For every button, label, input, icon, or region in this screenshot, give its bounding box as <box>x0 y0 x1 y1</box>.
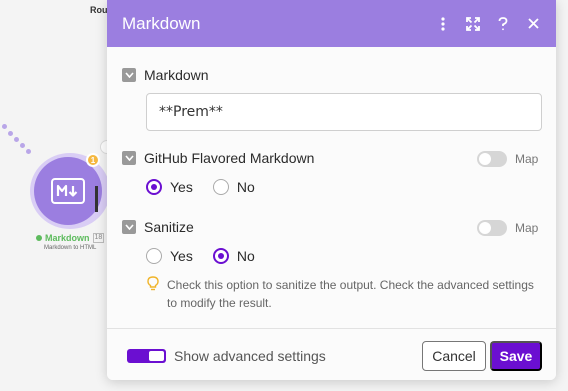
radio-label: No <box>236 248 255 264</box>
radio-label: Yes <box>170 179 193 195</box>
hint-text: Check this option to sanitize the output… <box>167 278 534 310</box>
gfm-map-toggle[interactable]: Map <box>477 151 538 167</box>
connector-stub <box>95 186 98 212</box>
help-icon[interactable] <box>488 9 518 39</box>
sanitize-field-label: Sanitize <box>144 219 194 235</box>
radio-selected-icon[interactable] <box>146 179 162 195</box>
expand-icon[interactable] <box>458 9 488 39</box>
markdown-input[interactable]: **Prem** <box>146 93 542 131</box>
radio-label: No <box>236 179 255 195</box>
lightbulb-icon <box>147 276 159 312</box>
connector-dot <box>20 143 25 148</box>
panel-header: Markdown <box>107 0 556 47</box>
field-checkbox-icon[interactable] <box>122 68 136 82</box>
gfm-field-header: GitHub Flavored Markdown <box>122 150 314 166</box>
markdown-module[interactable] <box>34 157 102 225</box>
module-settings-panel: Markdown Markdown **Prem** GitHub Flavor… <box>107 0 556 380</box>
gfm-radio-yes[interactable]: Yes <box>146 179 193 195</box>
connector-dot <box>8 131 13 136</box>
sanitize-radio-yes[interactable]: Yes <box>146 248 193 264</box>
module-name[interactable]: Markdown <box>45 233 90 243</box>
markdown-field-label: Markdown <box>144 67 209 83</box>
field-checkbox-icon[interactable] <box>122 220 136 234</box>
sanitize-map-toggle[interactable]: Map <box>477 220 538 236</box>
radio-label: Yes <box>170 248 193 264</box>
module-name-row: Markdown 18 <box>36 233 105 243</box>
sanitize-field-header: Sanitize <box>122 219 194 235</box>
more-vertical-icon[interactable] <box>428 9 458 39</box>
connector-dot <box>14 137 19 142</box>
map-label: Map <box>515 221 539 235</box>
connector-dot <box>2 124 7 129</box>
advanced-settings-label: Show advanced settings <box>174 348 326 364</box>
markdown-field-header: Markdown <box>122 67 209 83</box>
map-switch[interactable] <box>477 220 507 236</box>
sanitize-radio-no[interactable]: No <box>212 248 255 264</box>
radio-empty-icon[interactable] <box>146 248 162 264</box>
map-switch[interactable] <box>477 151 507 167</box>
module-id-badge: 18 <box>92 233 105 243</box>
advanced-settings-toggle[interactable] <box>127 349 166 363</box>
save-button[interactable]: Save <box>490 341 542 371</box>
cancel-button[interactable]: Cancel <box>422 341 486 371</box>
sanitize-hint: Check this option to sanitize the output… <box>147 276 542 312</box>
status-dot <box>36 235 42 241</box>
module-subtitle: Markdown to HTML <box>44 245 97 251</box>
sanitize-radio-group: Yes No <box>146 248 275 264</box>
gfm-radio-group: Yes No <box>146 179 275 195</box>
connector-dot <box>26 149 31 154</box>
panel-title: Markdown <box>122 13 201 33</box>
field-checkbox-icon[interactable] <box>122 151 136 165</box>
gfm-field-label: GitHub Flavored Markdown <box>144 150 315 166</box>
panel-footer: Show advanced settings Cancel Save <box>107 328 556 380</box>
map-label: Map <box>515 152 539 166</box>
markdown-icon <box>51 178 85 204</box>
radio-empty-icon[interactable] <box>212 179 229 195</box>
close-icon[interactable] <box>518 9 548 39</box>
radio-selected-icon[interactable] <box>212 248 229 264</box>
module-badge: 1 <box>86 153 100 167</box>
gfm-radio-no[interactable]: No <box>212 179 255 195</box>
